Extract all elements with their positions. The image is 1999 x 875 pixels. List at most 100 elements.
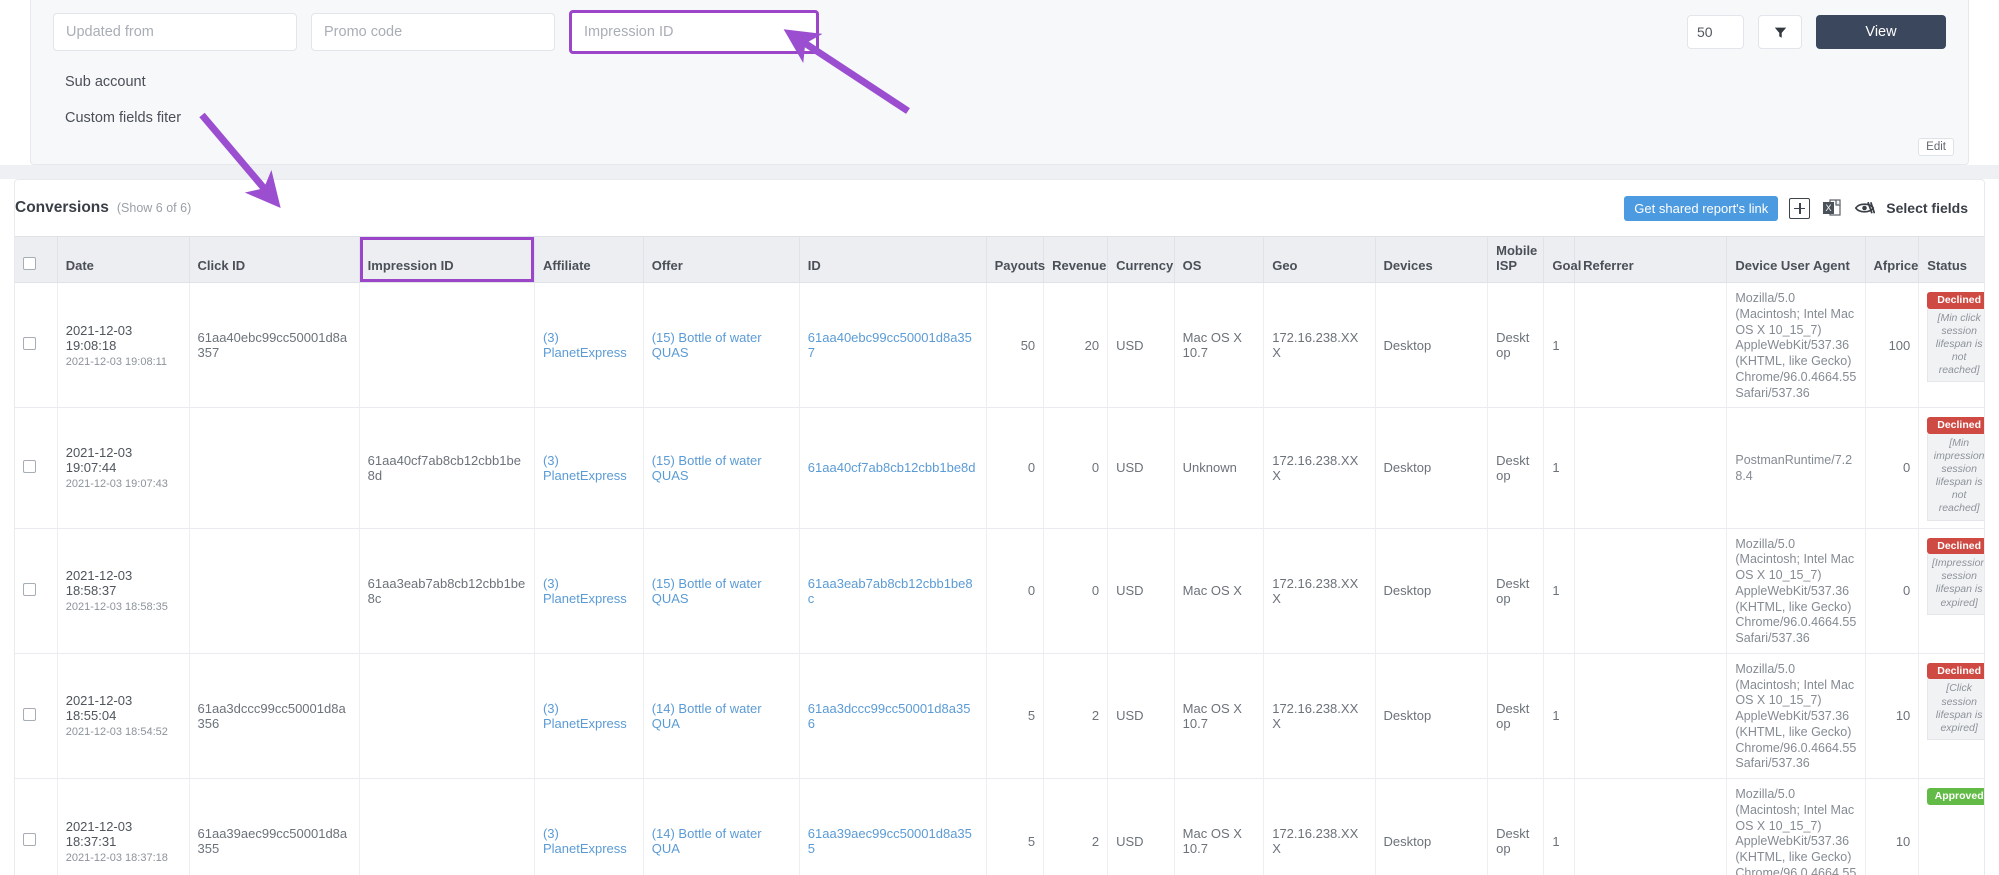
row-date: 2021-12-03 19:08:18 <box>65 322 133 353</box>
row-select-cell[interactable] <box>15 528 58 654</box>
row-select-cell[interactable] <box>15 778 58 875</box>
conversion-id-link[interactable]: 61aa3dccc99cc50001d8a356 <box>808 701 971 731</box>
conversion-id-link[interactable]: 61aa40ebc99cc50001d8a357 <box>808 330 972 360</box>
select-all-header[interactable] <box>15 236 58 283</box>
offer-cell[interactable]: (15) Bottle of water QUAS <box>643 282 800 409</box>
select-all-checkbox[interactable] <box>23 257 36 270</box>
status-reason: [Min click session lifespan is not reach… <box>1927 308 1984 383</box>
filter-funnel-button[interactable] <box>1758 15 1802 49</box>
column-devices[interactable]: Devices <box>1375 236 1489 283</box>
row-select-cell[interactable] <box>15 407 58 529</box>
offer-link[interactable]: (14) Bottle of water QUA <box>652 826 762 856</box>
updated-from-input[interactable] <box>53 13 297 51</box>
referrer-cell <box>1574 407 1728 529</box>
offer-link[interactable]: (15) Bottle of water QUAS <box>652 453 762 483</box>
mobile-isp-cell: Desktop <box>1487 528 1545 654</box>
promo-code-input[interactable] <box>311 13 555 51</box>
column-affiliate[interactable]: Affiliate <box>534 236 644 283</box>
column-mobile-isp[interactable]: Mobile ISP <box>1487 236 1545 283</box>
column-referrer[interactable]: Referrer <box>1574 236 1728 283</box>
offer-link[interactable]: (15) Bottle of water QUAS <box>652 330 762 360</box>
currency-cell: USD <box>1107 778 1175 875</box>
affiliate-cell[interactable]: (3) PlanetExpress <box>534 653 644 780</box>
device-user-agent-cell: PostmanRuntime/7.28.4 <box>1726 407 1866 529</box>
rows-limit-input[interactable] <box>1687 15 1744 49</box>
status-cell: Declined [Click session lifespan is expir… <box>1918 653 1984 780</box>
get-shared-report-link-button[interactable]: Get shared report's link <box>1624 195 1779 221</box>
column-currency[interactable]: Currency <box>1107 236 1175 283</box>
mobile-isp-cell: Desktop <box>1487 778 1545 875</box>
table-row[interactable]: 2021-12-03 19:07:44 2021-12-03 19:07:43 61… <box>15 407 1984 529</box>
conversions-card: Conversions (Show 6 of 6) Get shared rep… <box>14 179 1985 875</box>
offer-link[interactable]: (15) Bottle of water QUAS <box>652 576 762 606</box>
affiliate-cell[interactable]: (3) PlanetExpress <box>534 528 644 654</box>
offer-cell[interactable]: (14) Bottle of water QUA <box>643 653 800 780</box>
referrer-cell <box>1574 653 1728 780</box>
column-impression-id[interactable]: Impression ID <box>359 236 535 283</box>
revenue-cell: 0 <box>1043 528 1109 654</box>
affiliate-cell[interactable]: (3) PlanetExpress <box>534 407 644 529</box>
impression-id-cell <box>359 778 535 875</box>
column-goal[interactable]: Goal <box>1543 236 1581 283</box>
table-row[interactable]: 2021-12-03 18:55:04 2021-12-03 18:54:52 61… <box>15 653 1984 780</box>
impression-id-cell: 61aa40cf7ab8cb12cbb1be8d <box>359 407 535 529</box>
view-button[interactable]: View <box>1816 15 1946 49</box>
offer-cell[interactable]: (15) Bottle of water QUAS <box>643 407 800 529</box>
affiliate-cell[interactable]: (3) PlanetExpress <box>534 282 644 409</box>
row-checkbox[interactable] <box>23 337 36 351</box>
column-afprice[interactable]: Afprice <box>1865 236 1920 283</box>
affiliate-link[interactable]: (3) PlanetExpress <box>543 826 627 856</box>
conversion-id-link[interactable]: 61aa39aec99cc50001d8a355 <box>808 826 972 856</box>
offer-cell[interactable]: (15) Bottle of water QUAS <box>643 528 800 654</box>
table-row[interactable]: 2021-12-03 19:08:18 2021-12-03 19:08:11 61… <box>15 282 1984 409</box>
column-geo[interactable]: Geo <box>1263 236 1376 283</box>
column-revenue[interactable]: Revenue <box>1043 236 1109 283</box>
afprice-cell: 10 <box>1865 653 1920 780</box>
sub-account-label[interactable]: Sub account <box>53 74 1946 90</box>
row-select-cell[interactable] <box>15 282 58 409</box>
custom-fields-filter-label[interactable]: Custom fields fiter <box>53 110 1946 126</box>
id-cell[interactable]: 61aa3eab7ab8cb12cbb1be8c <box>799 528 987 654</box>
column-offer[interactable]: Offer <box>643 236 800 283</box>
column-device-user-agent[interactable]: Device User Agent <box>1726 236 1866 283</box>
column-date[interactable]: Date <box>57 236 190 283</box>
column-payouts[interactable]: Payouts <box>986 236 1045 283</box>
status-cell: Declined [Min click session lifespan is n… <box>1918 282 1984 409</box>
conversion-id-link[interactable]: 61aa3eab7ab8cb12cbb1be8c <box>808 576 973 606</box>
id-cell[interactable]: 61aa40ebc99cc50001d8a357 <box>799 282 987 409</box>
offer-cell[interactable]: (14) Bottle of water QUA <box>643 778 800 875</box>
row-checkbox[interactable] <box>23 833 36 847</box>
affiliate-link[interactable]: (3) PlanetExpress <box>543 576 627 606</box>
add-icon[interactable] <box>1789 197 1811 219</box>
table-row[interactable]: 2021-12-03 18:37:31 2021-12-03 18:37:18 61… <box>15 778 1984 875</box>
column-os[interactable]: OS <box>1174 236 1265 283</box>
row-date: 2021-12-03 18:55:04 <box>65 693 133 724</box>
row-select-cell[interactable] <box>15 653 58 780</box>
affiliate-link[interactable]: (3) PlanetExpress <box>543 701 627 731</box>
eye-slash-icon[interactable] <box>1854 200 1876 216</box>
currency-cell: USD <box>1107 653 1175 780</box>
column-click-id[interactable]: Click ID <box>189 236 360 283</box>
date-cell: 2021-12-03 19:07:44 2021-12-03 19:07:43 <box>57 407 190 529</box>
excel-export-icon[interactable]: X <box>1821 197 1843 219</box>
offer-link[interactable]: (14) Bottle of water QUA <box>652 701 762 731</box>
table-row[interactable]: 2021-12-03 18:58:37 2021-12-03 18:58:35 61… <box>15 528 1984 654</box>
column-id[interactable]: ID <box>799 236 987 283</box>
edit-button[interactable]: Edit <box>1918 138 1954 156</box>
row-checkbox[interactable] <box>23 707 36 721</box>
id-cell[interactable]: 61aa3dccc99cc50001d8a356 <box>799 653 987 780</box>
impression-id-input[interactable] <box>572 13 816 51</box>
device-user-agent-cell: Mozilla/5.0 (Macintosh; Intel Mac OS X 1… <box>1726 653 1866 780</box>
geo-cell: 172.16.238.XXX <box>1263 653 1376 780</box>
row-checkbox[interactable] <box>23 582 36 596</box>
affiliate-link[interactable]: (3) PlanetExpress <box>543 330 627 360</box>
column-status[interactable]: Status <box>1918 236 1984 283</box>
id-cell[interactable]: 61aa40cf7ab8cb12cbb1be8d <box>799 407 987 529</box>
conversion-id-link[interactable]: 61aa40cf7ab8cb12cbb1be8d <box>808 460 976 475</box>
affiliate-link[interactable]: (3) PlanetExpress <box>543 453 627 483</box>
referrer-cell <box>1574 282 1728 409</box>
select-fields-button[interactable]: Select fields <box>1886 200 1968 216</box>
row-checkbox[interactable] <box>23 459 36 473</box>
affiliate-cell[interactable]: (3) PlanetExpress <box>534 778 644 875</box>
id-cell[interactable]: 61aa39aec99cc50001d8a355 <box>799 778 987 875</box>
